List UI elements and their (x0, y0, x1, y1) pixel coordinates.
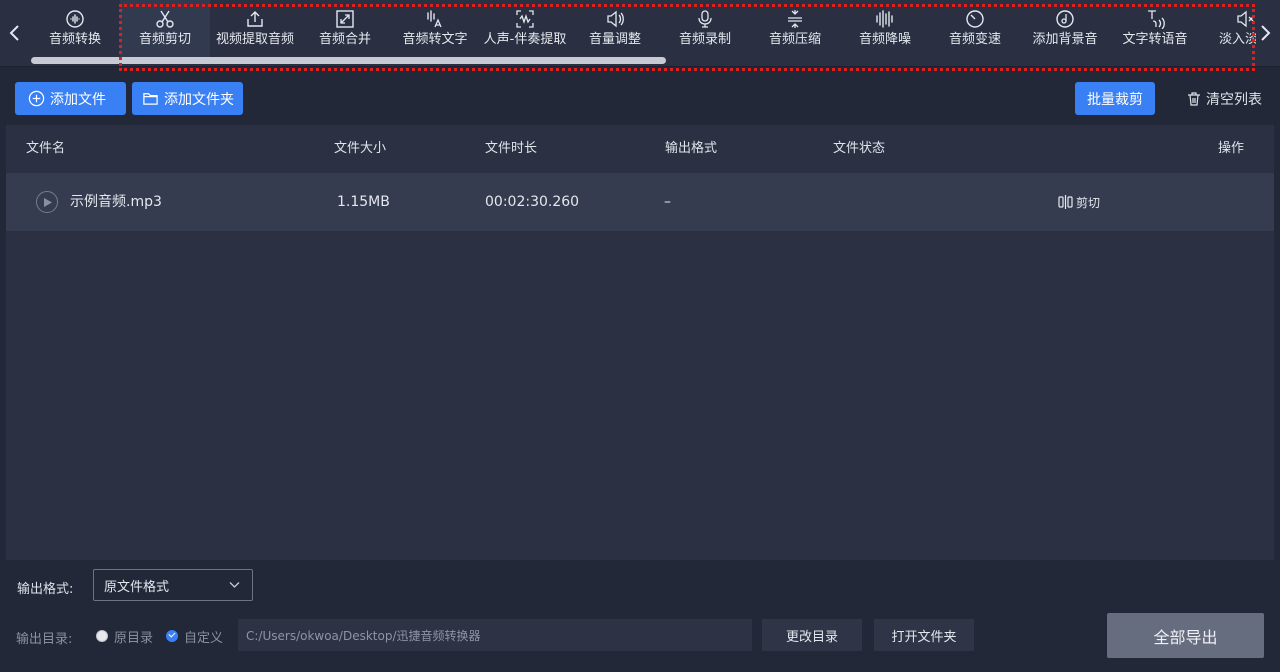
add-folder-label: 添加文件夹 (164, 91, 234, 108)
output-format[interactable]: – (664, 173, 671, 231)
tool-label: 音频录制 (678, 32, 731, 47)
table-row[interactable]: 示例音频.mp3 1.15MB 00:02:30.260 – 剪切 (6, 173, 1274, 231)
cut-waveform-icon (1058, 195, 1073, 209)
merge-icon (335, 9, 355, 29)
speed-icon (965, 9, 985, 29)
tool-audio-denoise[interactable]: 音频降噪 (840, 0, 930, 58)
tool-audio-cut[interactable]: 音频剪切 (120, 0, 210, 58)
open-folder-button[interactable]: 打开文件夹 (874, 619, 974, 651)
file-name: 示例音频.mp3 (70, 194, 162, 210)
add-folder-button[interactable]: 添加文件夹 (132, 82, 243, 115)
compress-icon (785, 9, 805, 29)
file-duration: 00:02:30.260 (485, 194, 580, 210)
clear-list-label: 清空列表 (1206, 91, 1262, 108)
chevron-right-icon (1261, 25, 1271, 41)
scissors-icon (155, 9, 175, 29)
tool-add-background-audio[interactable]: 添加背景音 (1020, 0, 1110, 58)
microphone-icon (695, 9, 715, 29)
file-table: 文件名 文件大小 文件时长 输出格式 文件状态 操作 示例音频.mp3 1.15… (6, 125, 1274, 560)
change-dir-button[interactable]: 更改目录 (762, 619, 862, 651)
radio-original-dir[interactable]: 原目录 (96, 627, 154, 646)
waveform-extract-icon (515, 9, 535, 29)
tool-label: 文字转语音 (1122, 32, 1188, 47)
cut-button[interactable]: 剪切 (1058, 173, 1100, 231)
header-file-name: 文件名 (26, 141, 66, 156)
tool-audio-merge[interactable]: 音频合并 (300, 0, 390, 58)
tool-audio-record[interactable]: 音频录制 (660, 0, 750, 58)
text-to-speech-icon (1145, 9, 1165, 29)
play-button[interactable] (36, 191, 58, 213)
trash-icon (1188, 91, 1200, 106)
output-format-value: 原文件格式 (104, 579, 170, 595)
tool-label: 视频提取音频 (215, 32, 294, 47)
scroll-left-button[interactable] (0, 0, 30, 66)
header-operation: 操作 (1218, 141, 1245, 156)
output-path-field[interactable]: C:/Users/okwoa/Desktop/迅捷音频转换器 (238, 619, 752, 651)
tool-label: 音量调整 (588, 32, 641, 47)
music-disc-icon (1055, 9, 1075, 29)
header-file-duration: 文件时长 (485, 141, 538, 156)
tool-label: 音频转换 (48, 32, 101, 47)
chevron-down-icon (229, 582, 240, 588)
chevron-left-icon (9, 25, 19, 41)
radio-custom-dir[interactable]: 自定义 (166, 627, 224, 646)
radio-circle (96, 630, 108, 642)
tool-label: 音频压缩 (768, 32, 821, 47)
tool-fade[interactable]: 淡入淡出 (1200, 0, 1256, 58)
output-format-select[interactable]: 原文件格式 (93, 569, 253, 601)
tool-label: 音频变速 (948, 32, 1001, 47)
speech-to-text-icon (425, 9, 445, 29)
tools-scrollbar[interactable] (31, 57, 666, 64)
tool-bar: 音频转换 音频剪切 视频提取音频 音频合并 音频转文字 人声-伴奏提取 音量调整… (0, 0, 1280, 67)
header-file-status: 文件状态 (833, 141, 886, 156)
tool-label: 音频转文字 (402, 32, 468, 47)
output-format-label: 输出格式: (17, 582, 74, 597)
tool-speech-to-text[interactable]: 音频转文字 (390, 0, 480, 58)
play-icon (44, 197, 52, 207)
radio-custom-label: 自定义 (184, 630, 224, 646)
scroll-right-button[interactable] (1250, 0, 1280, 66)
header-output-format: 输出格式 (665, 141, 718, 156)
tool-volume-adjust[interactable]: 音量调整 (570, 0, 660, 58)
file-size: 1.15MB (337, 194, 390, 210)
tool-text-to-speech[interactable]: 文字转语音 (1110, 0, 1200, 58)
tool-label: 音频降噪 (858, 32, 911, 47)
audio-convert-icon (65, 9, 85, 29)
tool-audio-convert[interactable]: 音频转换 (30, 0, 120, 58)
clear-list-button[interactable]: 清空列表 (1186, 82, 1262, 115)
tool-label: 音频合并 (318, 32, 371, 47)
upload-icon (245, 9, 265, 29)
output-dir-label: 输出目录: (16, 632, 73, 647)
tool-audio-compress[interactable]: 音频压缩 (750, 0, 840, 58)
radio-checked-icon (166, 630, 178, 642)
plus-circle-icon (28, 90, 45, 107)
cut-label: 剪切 (1076, 195, 1101, 210)
batch-cut-button[interactable]: 批量裁剪 (1075, 82, 1155, 115)
volume-icon (605, 9, 625, 29)
table-header: 文件名 文件大小 文件时长 输出格式 文件状态 操作 (6, 125, 1274, 173)
tool-vocal-extract[interactable]: 人声-伴奏提取 (480, 0, 570, 58)
tool-label: 人声-伴奏提取 (483, 32, 567, 47)
export-all-button[interactable]: 全部导出 (1107, 613, 1264, 658)
tool-audio-speed[interactable]: 音频变速 (930, 0, 1020, 58)
denoise-icon (875, 9, 895, 29)
add-file-label: 添加文件 (50, 91, 106, 108)
tool-label: 添加背景音 (1032, 32, 1098, 47)
folder-icon (143, 93, 158, 105)
header-file-size: 文件大小 (334, 141, 387, 156)
tool-label: 音频剪切 (138, 32, 191, 47)
add-file-button[interactable]: 添加文件 (15, 82, 126, 115)
tool-video-extract-audio[interactable]: 视频提取音频 (210, 0, 300, 58)
radio-original-label: 原目录 (114, 630, 154, 646)
